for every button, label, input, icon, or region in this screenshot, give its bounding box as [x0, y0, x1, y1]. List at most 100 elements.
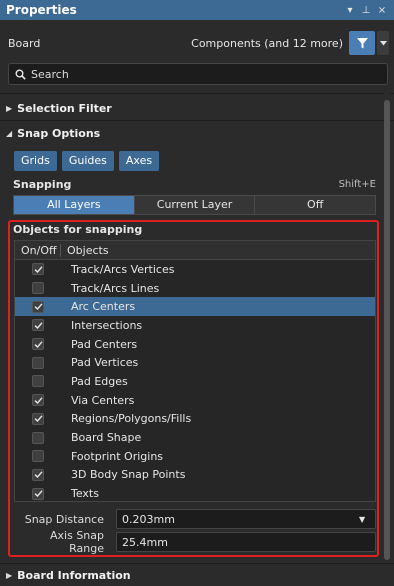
snap-distance-select[interactable]: 0.203mm ▼	[116, 509, 376, 529]
scrollbar[interactable]	[384, 92, 390, 562]
checkbox-cell	[15, 468, 61, 481]
snap-distance-label: Snap Distance	[24, 512, 104, 526]
guides-button[interactable]: Guides	[61, 151, 114, 171]
filter-button[interactable]	[349, 31, 375, 55]
snap-object-checkbox[interactable]	[32, 300, 44, 313]
filter-icon	[356, 37, 368, 48]
filter-dropdown-button[interactable]	[377, 31, 389, 55]
close-icon[interactable]: ×	[374, 5, 390, 16]
search-placeholder: Search	[31, 67, 69, 81]
table-header: On/Off Objects	[15, 241, 375, 260]
row-label: Track/Arcs Lines	[71, 281, 160, 295]
snap-object-checkbox[interactable]	[32, 356, 44, 369]
scrollbar-thumb[interactable]	[384, 100, 390, 560]
table-row[interactable]: Via Centers	[15, 391, 375, 410]
check-icon	[34, 303, 43, 311]
check-icon	[34, 490, 43, 498]
panel-title-bar: Properties ▾ ⊥ ×	[0, 0, 394, 20]
snap-object-checkbox[interactable]	[32, 468, 44, 481]
snapping-current-layer[interactable]: Current Layer	[134, 196, 256, 214]
row-label: 3D Body Snap Points	[71, 468, 186, 482]
check-icon	[34, 340, 43, 348]
check-icon	[34, 322, 43, 329]
snap-object-checkbox[interactable]	[32, 450, 44, 463]
panel-menu-icon[interactable]: ▾	[342, 5, 358, 16]
check-icon	[34, 415, 43, 423]
table-row[interactable]: Pad Vertices	[15, 353, 375, 372]
snapping-row: Snapping Shift+E	[13, 176, 376, 192]
table-row[interactable]: Pad Centers	[15, 335, 375, 354]
row-label: Intersections	[71, 318, 143, 332]
snap-object-checkbox[interactable]	[32, 263, 44, 276]
row-label: Pad Centers	[71, 337, 138, 351]
board-information-label: Board Information	[17, 568, 131, 582]
divider	[0, 563, 394, 564]
board-information-header[interactable]: ▶ Board Information	[6, 566, 131, 584]
check-icon	[34, 266, 43, 273]
panel-title: Properties	[6, 3, 77, 17]
axes-button[interactable]: Axes	[118, 151, 160, 171]
axis-snap-range-label: Axis Snap Range	[50, 529, 104, 555]
snap-object-checkbox[interactable]	[32, 412, 44, 425]
axis-snap-range-value: 25.4mm	[122, 535, 168, 549]
snap-buttons: Grids Guides Axes	[14, 151, 160, 171]
checkbox-cell	[15, 394, 61, 407]
table-row[interactable]: Track/Arcs Lines	[15, 279, 375, 298]
checkbox-cell	[15, 450, 61, 463]
search-icon	[9, 69, 31, 80]
snap-object-checkbox[interactable]	[32, 319, 44, 332]
snap-object-checkbox[interactable]	[32, 282, 44, 295]
row-label: Board Shape	[71, 431, 142, 445]
table-row[interactable]: Pad Edges	[15, 372, 375, 391]
snap-options-label: Snap Options	[17, 126, 101, 140]
chevron-down-icon: ▼	[359, 514, 366, 524]
pin-icon[interactable]: ⊥	[358, 5, 374, 16]
search-input[interactable]: Search	[8, 63, 388, 85]
table-row[interactable]: 3D Body Snap Points	[15, 466, 375, 485]
checkbox-cell	[15, 263, 61, 276]
checkbox-cell	[15, 412, 61, 425]
axis-snap-range-row: Axis Snap Range 25.4mm	[14, 529, 376, 555]
row-label: Arc Centers	[71, 300, 136, 314]
snapping-off[interactable]: Off	[255, 196, 376, 214]
checkbox-cell	[15, 356, 61, 369]
chevron-right-icon: ▶	[6, 570, 13, 580]
table-row[interactable]: Intersections	[15, 316, 375, 335]
snap-object-checkbox[interactable]	[32, 375, 44, 388]
table-row[interactable]: Footprint Origins	[15, 447, 375, 466]
table-row[interactable]: Arc Centers	[15, 297, 375, 317]
table-row[interactable]: Board Shape	[15, 428, 375, 447]
table-row[interactable]: Texts	[15, 484, 375, 503]
bottom-area: ▶ Board Information	[0, 563, 394, 586]
axis-snap-range-input[interactable]: 25.4mm	[116, 532, 376, 552]
snapping-shortcut: Shift+E	[338, 178, 376, 190]
snapping-label: Snapping	[13, 177, 72, 191]
objects-table: On/Off Objects Track/Arcs Vertices Track/…	[14, 240, 376, 502]
snap-object-checkbox[interactable]	[32, 487, 44, 500]
table-row[interactable]: Regions/Polygons/Fills	[15, 410, 375, 429]
components-filter-label[interactable]: Components (and 12 more)	[191, 37, 343, 50]
divider	[0, 120, 394, 121]
selection-filter-label: Selection Filter	[17, 101, 112, 115]
checkbox-cell	[15, 319, 61, 332]
row-label: Pad Vertices	[71, 356, 139, 370]
checkbox-cell	[15, 338, 61, 351]
column-header-objects[interactable]: Objects	[61, 244, 109, 257]
check-icon	[34, 471, 43, 479]
checkbox-cell	[15, 487, 61, 500]
objects-for-snapping-title: Objects for snapping	[13, 223, 143, 236]
row-label: Pad Edges	[71, 374, 128, 388]
grids-button[interactable]: Grids	[14, 151, 57, 171]
chevron-right-icon: ▶	[6, 103, 13, 113]
snap-object-checkbox[interactable]	[32, 338, 44, 351]
check-icon	[34, 396, 43, 404]
selection-filter-header[interactable]: ▶ Selection Filter	[6, 99, 112, 117]
board-label: Board	[8, 36, 41, 50]
snap-object-checkbox[interactable]	[32, 394, 44, 407]
snapping-all-layers[interactable]: All Layers	[14, 196, 135, 214]
snap-options-header[interactable]: ◢ Snap Options	[6, 124, 100, 142]
table-row[interactable]: Track/Arcs Vertices	[15, 260, 375, 279]
snap-object-checkbox[interactable]	[32, 431, 44, 444]
chevron-down-icon	[379, 40, 387, 45]
column-header-onoff[interactable]: On/Off	[15, 243, 61, 257]
